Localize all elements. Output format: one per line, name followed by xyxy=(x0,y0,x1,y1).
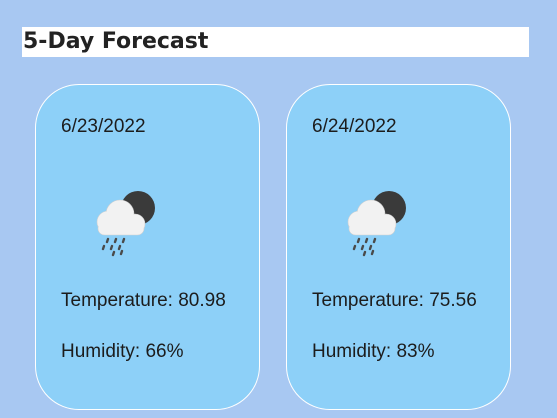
humidity-label: Humidity: 66% xyxy=(61,341,184,362)
temperature-label: Temperature: 75.56 xyxy=(312,290,477,311)
forecast-date: 6/23/2022 xyxy=(61,116,146,137)
forecast-header: 5-Day Forecast xyxy=(22,27,529,57)
temperature-label: Temperature: 80.98 xyxy=(61,290,226,311)
night-rain-cloud-icon xyxy=(96,191,155,257)
humidity-label: Humidity: 83% xyxy=(312,341,435,362)
night-rain-cloud-icon xyxy=(347,191,406,257)
forecast-card: 6/24/2022 Temperature: 75.56 Humidity: 8… xyxy=(286,84,511,410)
forecast-date: 6/24/2022 xyxy=(312,116,397,137)
forecast-card: 6/23/2022 Temperature: 80.98 Humidity: 6… xyxy=(35,84,260,410)
page-title: 5-Day Forecast xyxy=(23,29,209,54)
